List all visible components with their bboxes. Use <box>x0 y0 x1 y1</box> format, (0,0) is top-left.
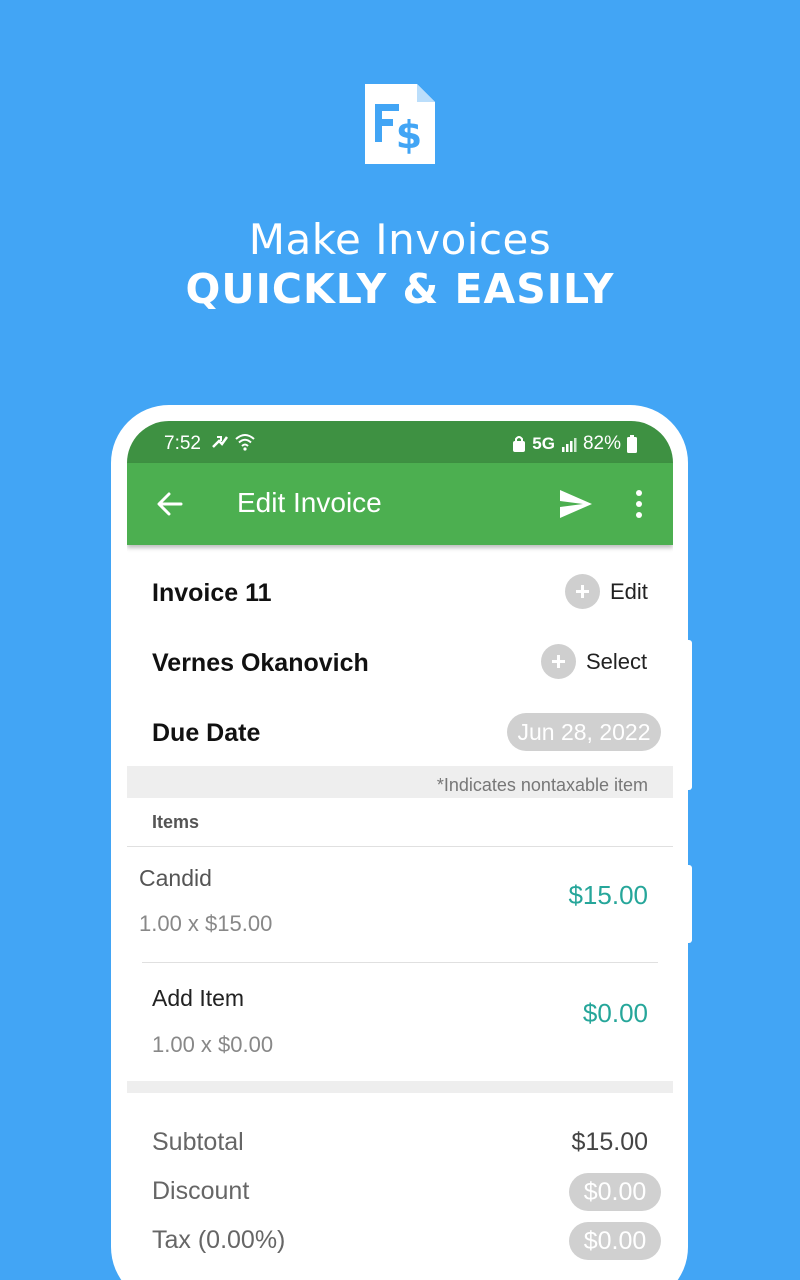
app-notification-icon <box>212 436 229 448</box>
page-title: Edit Invoice <box>237 487 382 518</box>
phone-side-button-upper <box>686 640 692 790</box>
select-client-plus-icon[interactable] <box>541 644 576 679</box>
item-divider <box>142 962 658 963</box>
discount-value[interactable]: $0.00 <box>569 1173 661 1211</box>
due-date-label: Due Date <box>152 719 261 747</box>
section-divider-band <box>127 1081 673 1093</box>
svg-text:$: $ <box>396 113 422 157</box>
items-header-divider <box>127 846 673 847</box>
subtotal-label: Subtotal <box>152 1128 244 1156</box>
more-vert-icon[interactable] <box>627 487 651 521</box>
edit-invoice-button[interactable]: Edit <box>610 579 648 605</box>
tax-label: Tax (0.00%) <box>152 1226 286 1254</box>
add-item-qty-price: 1.00 x $0.00 <box>152 1032 274 1057</box>
secure-icon <box>513 436 526 452</box>
wifi-icon <box>235 434 255 451</box>
battery-percent: 82% <box>582 433 621 454</box>
invoice-document-dollar-icon: $ <box>365 84 435 164</box>
battery-icon <box>627 435 637 453</box>
due-date-row[interactable]: Due Date Jun 28, 2022 <box>127 711 673 755</box>
status-bar: 7:52 5G 82% <box>127 421 673 463</box>
select-client-button[interactable]: Select <box>586 649 647 675</box>
tax-value[interactable]: $0.00 <box>569 1222 661 1260</box>
invoice-number-row[interactable]: Invoice 11 Edit <box>127 571 673 615</box>
list-item[interactable]: Candid 1.00 x $15.00 $15.00 <box>127 851 673 961</box>
add-item-name: Add Item <box>152 985 245 1011</box>
item-amount: $15.00 <box>568 880 648 910</box>
signal-icon <box>561 438 577 452</box>
client-name: Vernes Okanovich <box>152 649 369 677</box>
items-header: Items <box>152 812 200 832</box>
network-type: 5G <box>532 434 555 453</box>
discount-label: Discount <box>152 1177 250 1205</box>
status-time: 7:52 <box>164 433 201 454</box>
due-date-value[interactable]: Jun 28, 2022 <box>507 713 661 751</box>
arrow-back-icon[interactable] <box>155 489 185 519</box>
send-icon[interactable] <box>559 487 593 521</box>
client-row[interactable]: Vernes Okanovich Select <box>127 641 673 685</box>
add-item-amount: $0.00 <box>582 998 648 1028</box>
item-qty-price: 1.00 x $15.00 <box>139 911 273 936</box>
app-bar: Edit Invoice <box>127 463 673 545</box>
item-name: Candid <box>139 865 212 891</box>
subtotal-value: $15.00 <box>571 1128 648 1156</box>
phone-side-button-lower <box>686 865 692 943</box>
invoice-number: Invoice 11 <box>152 579 272 607</box>
promo-subheadline: QUICKLY & EASILY <box>185 265 615 313</box>
add-item-row[interactable]: Add Item 1.00 x $0.00 $0.00 <box>127 971 673 1081</box>
promo-headline: Make Invoices <box>248 215 552 264</box>
nontaxable-note: *Indicates nontaxable item <box>436 775 648 795</box>
edit-invoice-plus-icon[interactable] <box>565 574 600 609</box>
phone-screen: 7:52 5G 82% Edit Invoice Invoice 11 Edit… <box>127 421 673 1280</box>
